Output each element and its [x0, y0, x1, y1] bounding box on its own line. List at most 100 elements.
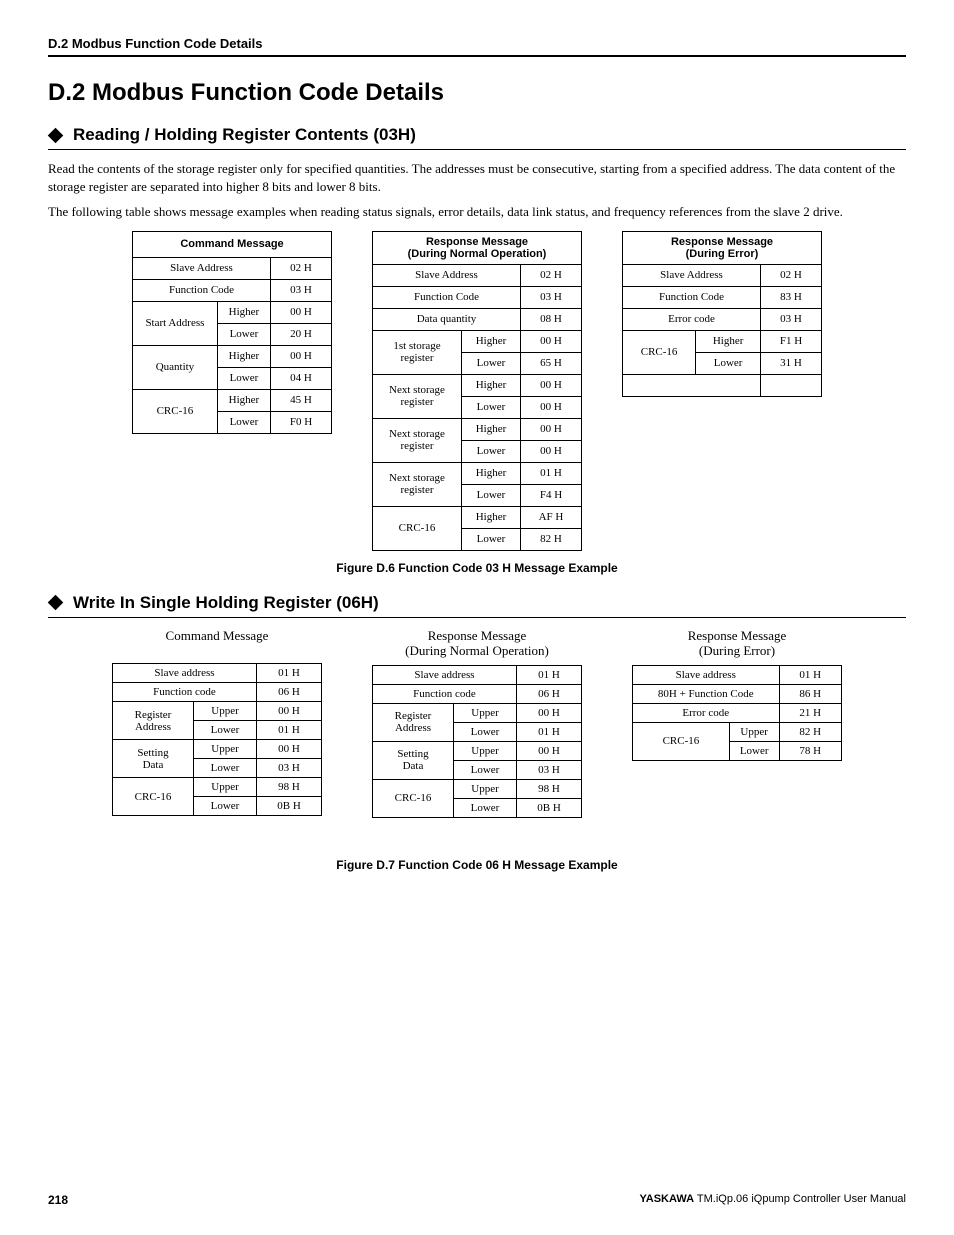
cell: CRC-16 — [113, 778, 194, 816]
cell: Function Code — [133, 279, 271, 301]
cell: Lower — [462, 484, 521, 506]
cell: Function Code — [623, 286, 761, 308]
cell: 03 H — [761, 308, 822, 330]
cell: 01 H — [779, 665, 841, 684]
page-footer: 218 YASKAWA TM.iQp.06 iQpump Controller … — [48, 1193, 906, 1207]
table-response-error-06h: Slave address01 H 80H + Function Code86 … — [632, 665, 842, 761]
cell: Lower — [194, 797, 257, 816]
table-command-03h: Command Message Slave Address02 H Functi… — [132, 231, 332, 434]
cell: F0 H — [271, 411, 332, 433]
cell: CRC-16 — [373, 779, 454, 817]
cell: Higher — [217, 345, 270, 367]
cell: Lower — [194, 721, 257, 740]
table-heading: Response Message(During Error) — [688, 628, 787, 659]
cell: 00 H — [521, 418, 582, 440]
table-heading: Response Message(During Normal Operation… — [405, 628, 549, 659]
cell: Lower — [729, 741, 779, 760]
cell: Lower — [454, 722, 517, 741]
diamond-icon — [48, 127, 64, 143]
cell: Slave address — [373, 665, 517, 684]
cell: Lower — [462, 352, 521, 374]
manual-ref: YASKAWA TM.iQp.06 iQpump Controller User… — [639, 1193, 906, 1207]
cell: Higher — [462, 374, 521, 396]
cell: 00 H — [271, 301, 332, 323]
cell: RegisterAddress — [113, 702, 194, 740]
table-title: Response Message(During Normal Operation… — [373, 231, 582, 264]
cell: 08 H — [521, 308, 582, 330]
cell: Lower — [454, 760, 517, 779]
cell: Lower — [454, 798, 517, 817]
cell: 98 H — [517, 779, 582, 798]
cell: Upper — [454, 741, 517, 760]
cell: Slave Address — [133, 257, 271, 279]
cell: 01 H — [257, 721, 322, 740]
cell: 86 H — [779, 684, 841, 703]
cell: Higher — [462, 330, 521, 352]
cell: Lower — [462, 440, 521, 462]
cell: Upper — [194, 702, 257, 721]
table-response-error-03h: Response Message(During Error) Slave Add… — [622, 231, 822, 397]
cell: 00 H — [517, 741, 582, 760]
cell: 83 H — [761, 286, 822, 308]
cell: 00 H — [517, 703, 582, 722]
cell: 80H + Function Code — [633, 684, 780, 703]
cell: Function code — [373, 684, 517, 703]
cell: Lower — [217, 411, 270, 433]
cell: Slave Address — [623, 264, 761, 286]
cell: Slave Address — [373, 264, 521, 286]
section-title: D.2 Modbus Function Code Details — [48, 79, 906, 107]
cell: 02 H — [271, 257, 332, 279]
table-title: Response Message(During Error) — [623, 231, 822, 264]
running-head: D.2 Modbus Function Code Details — [48, 36, 906, 57]
cell: 31 H — [761, 352, 822, 374]
cell: RegisterAddress — [373, 703, 454, 741]
cell: CRC-16 — [373, 506, 462, 550]
cell: AF H — [521, 506, 582, 528]
cell: 20 H — [271, 323, 332, 345]
subsection-heading-03h: Reading / Holding Register Contents (03H… — [48, 125, 906, 150]
cell: 01 H — [517, 665, 582, 684]
cell: 01 H — [257, 664, 322, 683]
cell: Lower — [462, 396, 521, 418]
tables-row-06h: Command Message Slave address01 H Functi… — [48, 628, 906, 818]
subsection-heading-06h: Write In Single Holding Register (06H) — [48, 593, 906, 618]
cell: F1 H — [761, 330, 822, 352]
cell: 01 H — [517, 722, 582, 741]
cell: Upper — [454, 703, 517, 722]
cell: 03 H — [257, 759, 322, 778]
cell: 82 H — [779, 722, 841, 741]
cell: CRC-16 — [623, 330, 696, 374]
paragraph: The following table shows message exampl… — [48, 203, 906, 221]
cell: Function code — [113, 683, 257, 702]
cell: Next storage register — [373, 374, 462, 418]
cell: 00 H — [521, 374, 582, 396]
cell: 03 H — [517, 760, 582, 779]
cell: Error code — [633, 703, 780, 722]
table-response-normal-03h: Response Message(During Normal Operation… — [372, 231, 582, 551]
cell: 78 H — [779, 741, 841, 760]
cell: 1st storage register — [373, 330, 462, 374]
cell: 45 H — [271, 389, 332, 411]
cell: Slave address — [113, 664, 257, 683]
table-title: Command Message — [133, 231, 332, 257]
subsection-text: Write In Single Holding Register (06H) — [73, 593, 379, 613]
cell: Lower — [696, 352, 761, 374]
cell: 0B H — [257, 797, 322, 816]
cell: 00 H — [521, 330, 582, 352]
subsection-text: Reading / Holding Register Contents (03H… — [73, 125, 416, 145]
cell: Lower — [217, 323, 270, 345]
cell: CRC-16 — [133, 389, 218, 433]
page-number: 218 — [48, 1193, 68, 1207]
cell: SettingData — [373, 741, 454, 779]
cell: Quantity — [133, 345, 218, 389]
cell: 00 H — [521, 396, 582, 418]
cell: Start Address — [133, 301, 218, 345]
cell: Lower — [194, 759, 257, 778]
cell: 98 H — [257, 778, 322, 797]
cell: Higher — [462, 462, 521, 484]
cell: 00 H — [271, 345, 332, 367]
cell: 00 H — [521, 440, 582, 462]
figure-caption-d7: Figure D.7 Function Code 06 H Message Ex… — [48, 858, 906, 872]
cell: 06 H — [517, 684, 582, 703]
cell: Data quantity — [373, 308, 521, 330]
